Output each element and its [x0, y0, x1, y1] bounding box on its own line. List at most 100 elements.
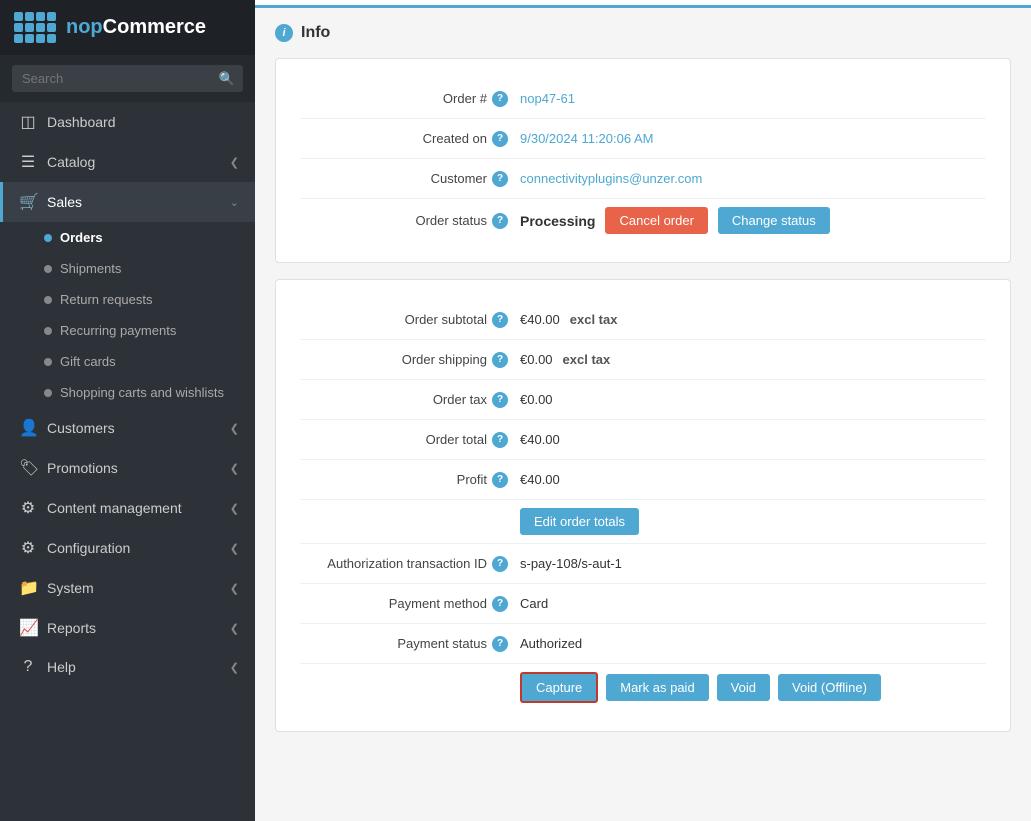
sidebar-item-label: Help [47, 659, 220, 675]
content-area: i Info Order # ? nop47-61 Created on ? [255, 8, 1031, 764]
sidebar-subitem-gift-cards[interactable]: Gift cards [0, 346, 255, 377]
sidebar-subitem-label: Orders [60, 230, 103, 245]
help-tooltip-icon[interactable]: ? [492, 636, 508, 652]
catalog-icon: ☰ [19, 152, 37, 172]
sidebar-subitem-shipments[interactable]: Shipments [0, 253, 255, 284]
subtotal-tax-label: excl tax [570, 312, 618, 327]
sidebar-item-label: Catalog [47, 154, 220, 170]
dashboard-icon: ◫ [19, 112, 37, 132]
sidebar-item-customers[interactable]: 👤 Customers ❮ [0, 408, 255, 448]
sidebar-item-catalog[interactable]: ☰ Catalog ❮ [0, 142, 255, 182]
sidebar-item-promotions[interactable]: 🏷 Promotions ❮ [0, 448, 255, 488]
payment-method-row: Payment method ? Card [300, 584, 986, 624]
sidebar-subitem-recurring-payments[interactable]: Recurring payments [0, 315, 255, 346]
sidebar-item-label: Customers [47, 420, 220, 436]
help-tooltip-icon[interactable]: ? [492, 556, 508, 572]
dot-icon [44, 296, 52, 304]
order-total-row: Order total ? €40.00 [300, 420, 986, 460]
order-tax-value: €0.00 [520, 392, 986, 407]
sidebar-item-content-management[interactable]: ⚙ Content management ❮ [0, 488, 255, 528]
help-tooltip-icon[interactable]: ? [492, 131, 508, 147]
search-area: 🔍 [0, 55, 255, 102]
help-tooltip-icon[interactable]: ? [492, 213, 508, 229]
sidebar-item-configuration[interactable]: ⚙ Configuration ❮ [0, 528, 255, 568]
order-info-card: Order # ? nop47-61 Created on ? 9/30/202… [275, 58, 1011, 263]
help-tooltip-icon[interactable]: ? [492, 352, 508, 368]
help-tooltip-icon[interactable]: ? [492, 432, 508, 448]
help-tooltip-icon[interactable]: ? [492, 472, 508, 488]
order-shipping-row: Order shipping ? €0.00 excl tax [300, 340, 986, 380]
active-dot [44, 234, 52, 242]
sidebar-subitem-shopping-carts[interactable]: Shopping carts and wishlists [0, 377, 255, 408]
mark-as-paid-button[interactable]: Mark as paid [606, 674, 708, 701]
customer-label: Customer ? [300, 171, 520, 187]
chevron-down-icon: ⌄ [230, 196, 239, 209]
subtotal-amount: €40.00 [520, 312, 560, 327]
chevron-left-icon: ❮ [230, 462, 239, 475]
sidebar-item-reports[interactable]: 📈 Reports ❮ [0, 608, 255, 648]
help-tooltip-icon[interactable]: ? [492, 312, 508, 328]
cancel-order-button[interactable]: Cancel order [605, 207, 707, 234]
order-subtotal-row: Order subtotal ? €40.00 excl tax [300, 300, 986, 340]
customer-value: connectivityplugins@unzer.com [520, 171, 986, 186]
logo-text: nopCommerce [66, 16, 206, 39]
edit-order-totals-button[interactable]: Edit order totals [520, 508, 639, 535]
sidebar-subitem-label: Shopping carts and wishlists [60, 385, 224, 400]
void-offline-button[interactable]: Void (Offline) [778, 674, 881, 701]
payment-method-label: Payment method ? [300, 596, 520, 612]
sidebar-subitem-orders[interactable]: Orders [0, 222, 255, 253]
search-input[interactable] [12, 65, 243, 92]
order-number-link[interactable]: nop47-61 [520, 91, 575, 106]
promotions-icon: 🏷 [19, 458, 37, 478]
section-title: i Info [275, 24, 1011, 42]
chevron-left-icon: ❮ [230, 502, 239, 515]
order-status-value: Processing Cancel order Change status [520, 207, 986, 234]
content-icon: ⚙ [19, 498, 37, 518]
order-tax-label: Order tax ? [300, 392, 520, 408]
logo-area: nopCommerce [0, 0, 255, 55]
shipping-amount: €0.00 [520, 352, 553, 367]
help-tooltip-icon[interactable]: ? [492, 392, 508, 408]
profit-label: Profit ? [300, 472, 520, 488]
sidebar-item-help[interactable]: ? Help ❮ [0, 648, 255, 686]
chevron-left-icon: ❮ [230, 582, 239, 595]
auth-transaction-value: s-pay-108/s-aut-1 [520, 556, 986, 571]
help-tooltip-icon[interactable]: ? [492, 171, 508, 187]
capture-button[interactable]: Capture [520, 672, 598, 703]
help-tooltip-icon[interactable]: ? [492, 91, 508, 107]
order-status-text: Processing [520, 213, 595, 229]
cart-icon: 🛒 [19, 192, 37, 212]
dot-icon [44, 389, 52, 397]
customers-icon: 👤 [19, 418, 37, 438]
profit-row: Profit ? €40.00 [300, 460, 986, 500]
order-totals-card: Order subtotal ? €40.00 excl tax Order s… [275, 279, 1011, 732]
reports-icon: 📈 [19, 618, 37, 638]
void-button[interactable]: Void [717, 674, 770, 701]
main-content: i Info Order # ? nop47-61 Created on ? [255, 0, 1031, 821]
shipping-tax-label: excl tax [563, 352, 611, 367]
dot-icon [44, 358, 52, 366]
created-on-text: 9/30/2024 11:20:06 AM [520, 131, 653, 146]
customer-email-link[interactable]: connectivityplugins@unzer.com [520, 171, 702, 186]
sidebar-item-label: System [47, 580, 220, 596]
sidebar-item-label: Content management [47, 500, 220, 516]
order-shipping-value: €0.00 excl tax [520, 352, 986, 367]
sidebar-item-system[interactable]: 📁 System ❮ [0, 568, 255, 608]
sidebar-item-dashboard[interactable]: ◫ Dashboard [0, 102, 255, 142]
order-status-label: Order status ? [300, 213, 520, 229]
customer-row: Customer ? connectivityplugins@unzer.com [300, 159, 986, 199]
profit-value: €40.00 [520, 472, 986, 487]
change-status-button[interactable]: Change status [718, 207, 830, 234]
auth-transaction-row: Authorization transaction ID ? s-pay-108… [300, 544, 986, 584]
sidebar-item-sales[interactable]: 🛒 Sales ⌄ [0, 182, 255, 222]
sidebar-subitem-label: Recurring payments [60, 323, 176, 338]
dot-icon [44, 327, 52, 335]
edit-totals-value: Edit order totals [520, 508, 986, 535]
payment-status-row: Payment status ? Authorized [300, 624, 986, 664]
help-tooltip-icon[interactable]: ? [492, 596, 508, 612]
system-icon: 📁 [19, 578, 37, 598]
payment-status-text: Authorized [520, 636, 582, 651]
sidebar-subitem-return-requests[interactable]: Return requests [0, 284, 255, 315]
sidebar: nopCommerce 🔍 ◫ Dashboard ☰ Catalog ❮ 🛒 … [0, 0, 255, 821]
sidebar-subitem-label: Gift cards [60, 354, 116, 369]
